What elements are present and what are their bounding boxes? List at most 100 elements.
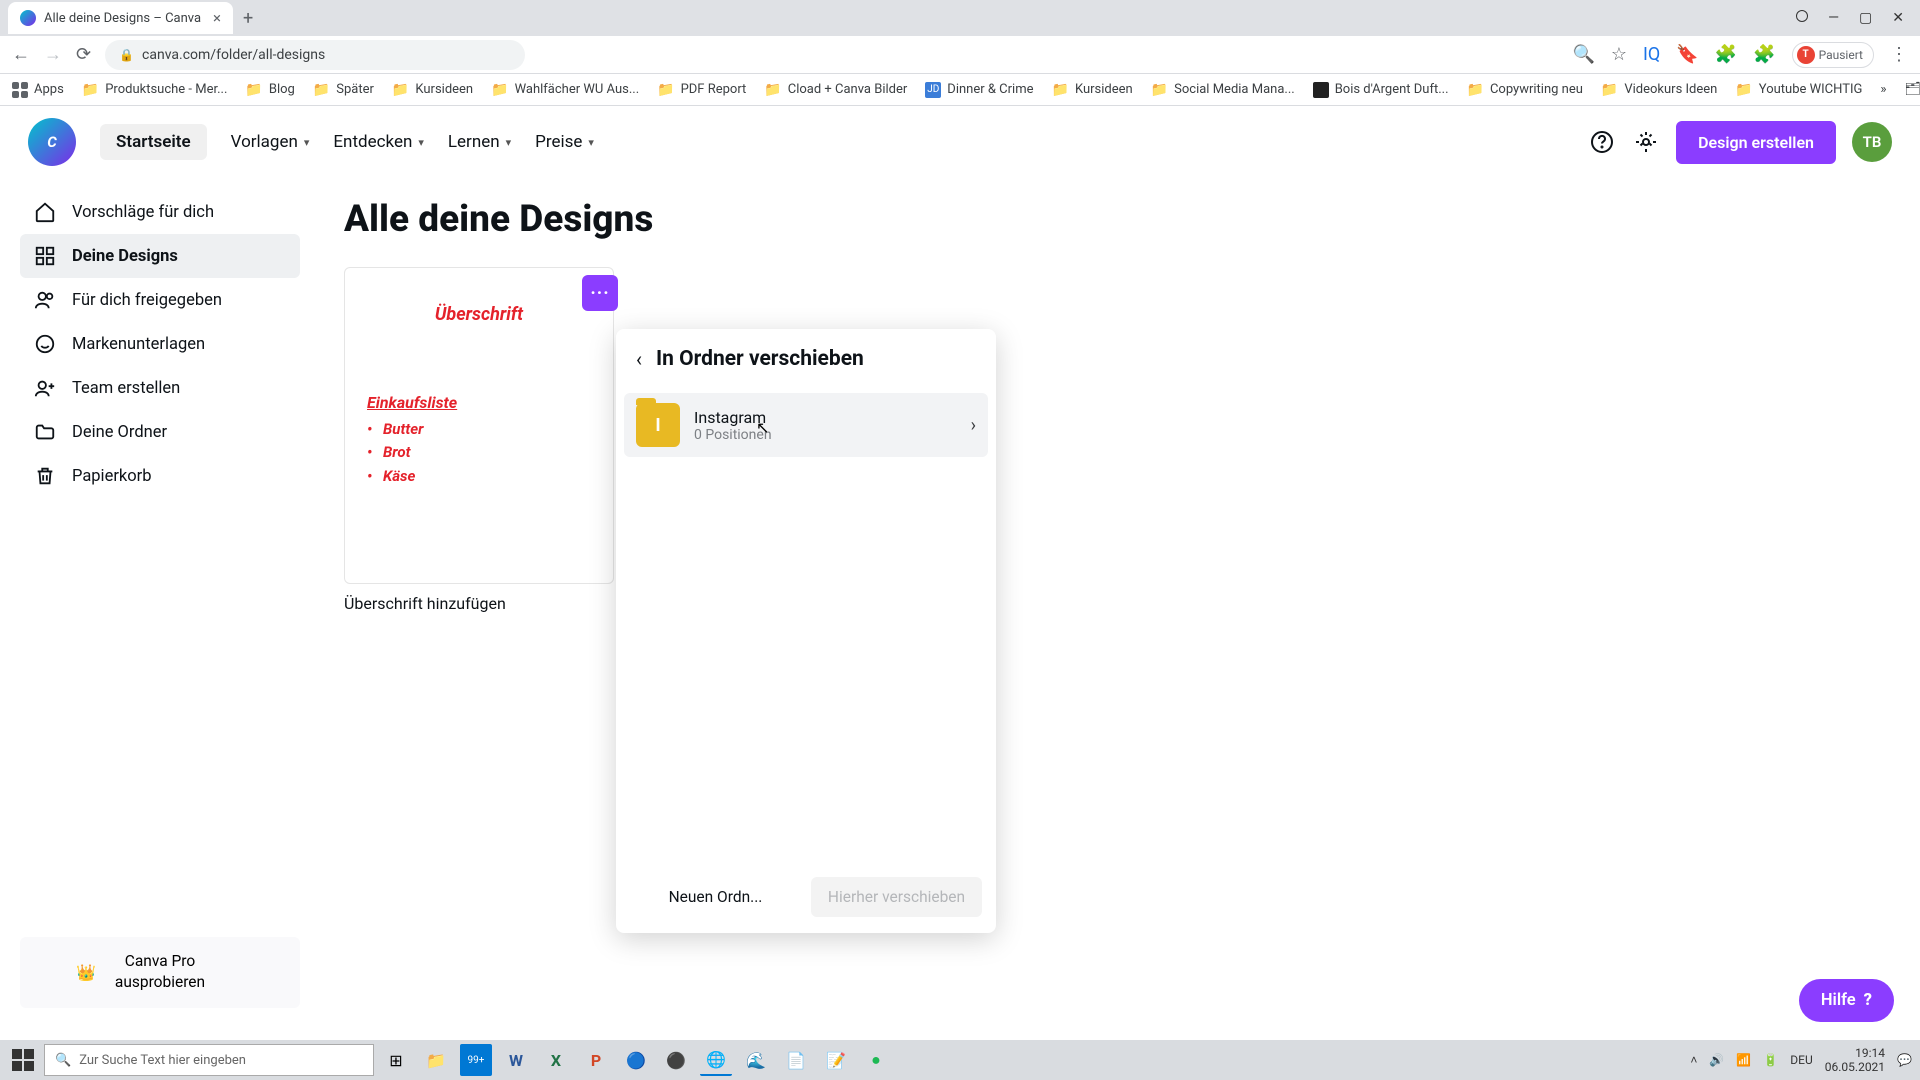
- apps-shortcut[interactable]: Apps: [12, 82, 64, 98]
- bookmark-item[interactable]: Kursideen: [1052, 82, 1133, 98]
- popover-back-icon[interactable]: ‹: [636, 347, 642, 371]
- mail-icon[interactable]: 99+: [460, 1044, 492, 1076]
- tray-chevron-icon[interactable]: ˄: [1690, 1053, 1697, 1067]
- sidebar-item-vorschlaege[interactable]: Vorschläge für dich: [20, 190, 300, 234]
- taskbar-clock[interactable]: 19:14 06.05.2021: [1825, 1046, 1885, 1075]
- design-thumbnail: Überschrift Einkaufsliste Butter Brot Kä…: [344, 267, 614, 584]
- bookmark-item[interactable]: Wahlfächer WU Aus...: [491, 82, 639, 98]
- explorer-icon[interactable]: 📁: [420, 1044, 452, 1076]
- bookmark-item[interactable]: Später: [313, 82, 374, 98]
- edge-icon[interactable]: 🌊: [740, 1044, 772, 1076]
- canva-favicon: [20, 10, 36, 26]
- ext2-icon[interactable]: 🔖: [1676, 44, 1698, 65]
- notifications-icon[interactable]: 💬: [1897, 1053, 1912, 1067]
- sidebar-item-label: Für dich freigegeben: [72, 291, 222, 310]
- start-button[interactable]: [8, 1045, 38, 1075]
- account-indicator-icon[interactable]: [1796, 10, 1808, 22]
- profile-chip[interactable]: T Pausiert: [1792, 42, 1874, 68]
- thumb-list-item: Brot: [367, 441, 591, 464]
- bookmark-item[interactable]: Social Media Mana...: [1151, 82, 1295, 98]
- brand-icon: [34, 333, 56, 355]
- menu-icon[interactable]: ⋮: [1890, 44, 1908, 65]
- language-indicator[interactable]: DEU: [1790, 1053, 1812, 1067]
- sidebar: Vorschläge für dich Deine Designs Für di…: [0, 178, 320, 1040]
- nav-startseite[interactable]: Startseite: [100, 124, 207, 160]
- move-here-button: Hierher verschieben: [811, 877, 982, 917]
- grid-icon: [34, 245, 56, 267]
- sidebar-item-shared[interactable]: Für dich freigegeben: [20, 278, 300, 322]
- folder-option-instagram[interactable]: I Instagram 0 Positionen › ↖: [624, 393, 988, 457]
- bookmarks-overflow-icon[interactable]: »: [1880, 82, 1886, 97]
- bookmark-item[interactable]: Blog: [245, 82, 294, 98]
- star-icon[interactable]: ☆: [1611, 44, 1627, 65]
- nav-vorlagen[interactable]: Vorlagen▾: [231, 132, 310, 152]
- bookmark-item[interactable]: Cload + Canva Bilder: [764, 82, 907, 98]
- word-icon[interactable]: W: [500, 1044, 532, 1076]
- user-avatar[interactable]: TB: [1852, 122, 1892, 162]
- canva-logo[interactable]: C: [28, 118, 76, 166]
- task-view-icon[interactable]: ⊞: [380, 1044, 412, 1076]
- browser-tab[interactable]: Alle deine Designs – Canva ×: [8, 2, 233, 34]
- volume-icon[interactable]: 🔊: [1709, 1053, 1724, 1067]
- thumb-list: Butter Brot Käse: [367, 418, 591, 488]
- help-button[interactable]: Hilfe ?: [1799, 979, 1894, 1022]
- folder-name: Instagram: [694, 408, 772, 427]
- ext3-icon[interactable]: 🧩: [1715, 44, 1737, 65]
- battery-icon[interactable]: 🔋: [1763, 1053, 1778, 1067]
- bookmark-item[interactable]: Youtube WICHTIG: [1735, 82, 1862, 98]
- new-tab-button[interactable]: +: [243, 8, 253, 29]
- address-bar: ← → ⟳ 🔒 canva.com/folder/all-designs 🔍 ☆…: [0, 36, 1920, 74]
- taskbar-search[interactable]: 🔍 Zur Suche Text hier eingeben: [44, 1044, 374, 1076]
- reading-list-button[interactable]: 🗂Leseliste: [1904, 82, 1920, 97]
- design-card[interactable]: Überschrift Einkaufsliste Butter Brot Kä…: [344, 267, 614, 613]
- nav-preise[interactable]: Preise▾: [535, 132, 594, 152]
- app-icon[interactable]: 🔵: [620, 1044, 652, 1076]
- sidebar-item-label: Deine Designs: [72, 247, 178, 266]
- bookmarks-bar: Apps Produktsuche - Mer... Blog Später K…: [0, 74, 1920, 106]
- sidebar-item-designs[interactable]: Deine Designs: [20, 234, 300, 278]
- spotify-icon[interactable]: ●: [860, 1044, 892, 1076]
- maximize-icon[interactable]: ▢: [1859, 10, 1872, 26]
- excel-icon[interactable]: X: [540, 1044, 572, 1076]
- bookmark-item[interactable]: Produktsuche - Mer...: [82, 82, 228, 98]
- help-icon[interactable]: [1588, 128, 1616, 156]
- minimize-icon[interactable]: —: [1828, 10, 1839, 26]
- create-design-button[interactable]: Design erstellen: [1676, 121, 1836, 164]
- zoom-icon[interactable]: 🔍: [1572, 44, 1594, 65]
- powerpoint-icon[interactable]: P: [580, 1044, 612, 1076]
- app2-icon[interactable]: 📄: [780, 1044, 812, 1076]
- close-window-icon[interactable]: ✕: [1892, 10, 1904, 26]
- bookmark-item[interactable]: Kursideen: [392, 82, 473, 98]
- sidebar-item-brand[interactable]: Markenunterlagen: [20, 322, 300, 366]
- sidebar-item-team[interactable]: Team erstellen: [20, 366, 300, 410]
- bookmark-item[interactable]: PDF Report: [657, 82, 746, 98]
- thumb-list-item: Butter: [367, 418, 591, 441]
- bookmark-item[interactable]: Copywriting neu: [1467, 82, 1583, 98]
- bookmark-item[interactable]: Bois d'Argent Duft...: [1313, 82, 1449, 98]
- sidebar-item-trash[interactable]: Papierkorb: [20, 454, 300, 498]
- nav-entdecken[interactable]: Entdecken▾: [333, 132, 424, 152]
- thumb-subheading: Einkaufsliste: [367, 393, 591, 412]
- reload-icon[interactable]: ⟳: [76, 44, 91, 65]
- new-folder-button[interactable]: Neuen Ordn...: [630, 877, 801, 917]
- sidebar-item-folders[interactable]: Deine Ordner: [20, 410, 300, 454]
- wifi-icon[interactable]: 📶: [1736, 1053, 1751, 1067]
- notepad-icon[interactable]: 📝: [820, 1044, 852, 1076]
- back-icon[interactable]: ←: [12, 44, 30, 65]
- tab-title: Alle deine Designs – Canva: [44, 11, 201, 26]
- url-field[interactable]: 🔒 canva.com/folder/all-designs: [105, 40, 525, 70]
- nav-lernen[interactable]: Lernen▾: [448, 132, 511, 152]
- bookmark-item[interactable]: JDDinner & Crime: [925, 82, 1033, 98]
- bookmark-favicon: JD: [925, 82, 941, 98]
- close-tab-icon[interactable]: ×: [213, 9, 221, 27]
- window-controls: — ▢ ✕: [1796, 10, 1920, 26]
- gear-icon[interactable]: [1632, 128, 1660, 156]
- obs-icon[interactable]: ⚫: [660, 1044, 692, 1076]
- ext1-icon[interactable]: IQ: [1643, 44, 1660, 65]
- chrome-icon[interactable]: 🌐: [700, 1044, 732, 1076]
- team-plus-icon: [34, 377, 56, 399]
- bookmark-item[interactable]: Videokurs Ideen: [1601, 82, 1717, 98]
- card-more-button[interactable]: ···: [582, 275, 618, 311]
- extensions-icon[interactable]: 🧩: [1753, 44, 1775, 65]
- canva-pro-upsell[interactable]: 👑 Canva Pro ausprobieren: [20, 937, 300, 1008]
